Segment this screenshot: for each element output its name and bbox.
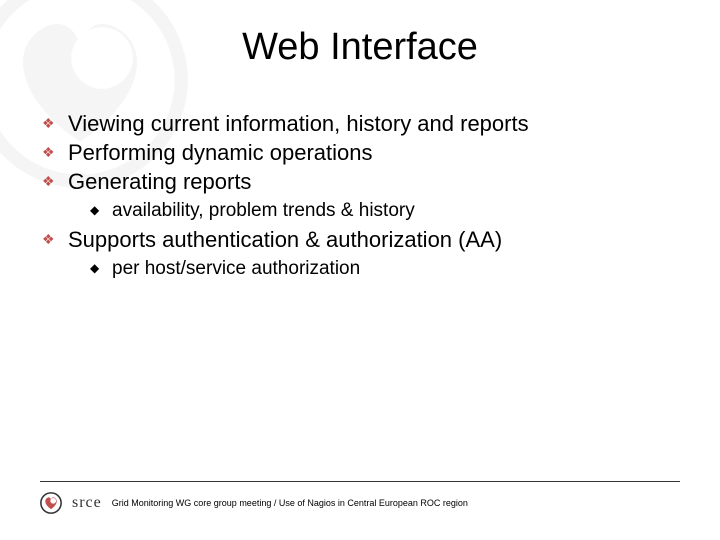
bullet-text: Generating reports [68, 168, 251, 195]
dot-bullet-icon: ◆ [90, 199, 112, 221]
bullet-item: ❖Generating reports [40, 168, 680, 195]
sub-bullet-text: availability, problem trends & history [112, 199, 415, 222]
footer-brand-text: srce [72, 494, 102, 512]
bullet-item: ❖Supports authentication & authorization… [40, 226, 680, 253]
footer-caption: Grid Monitoring WG core group meeting / … [112, 498, 468, 508]
bullet-text: Supports authentication & authorization … [68, 226, 502, 253]
diamond-bullet-icon: ❖ [40, 139, 68, 165]
sub-bullet-text: per host/service authorization [112, 257, 360, 280]
bullet-text: Performing dynamic operations [68, 139, 372, 166]
slide-footer: srce Grid Monitoring WG core group meeti… [40, 492, 680, 514]
slide-body: ❖Viewing current information, history an… [40, 110, 680, 284]
dot-bullet-icon: ◆ [90, 257, 112, 279]
diamond-bullet-icon: ❖ [40, 168, 68, 194]
diamond-bullet-icon: ❖ [40, 110, 68, 136]
bullet-item: ❖Viewing current information, history an… [40, 110, 680, 137]
sub-bullet-item: ◆per host/service authorization [90, 257, 680, 280]
slide-title: Web Interface [0, 26, 720, 69]
bullet-text: Viewing current information, history and… [68, 110, 529, 137]
footer-logo-icon [40, 492, 62, 514]
footer-divider [40, 481, 680, 482]
diamond-bullet-icon: ❖ [40, 226, 68, 252]
sub-bullet-item: ◆availability, problem trends & history [90, 199, 680, 222]
bullet-item: ❖Performing dynamic operations [40, 139, 680, 166]
